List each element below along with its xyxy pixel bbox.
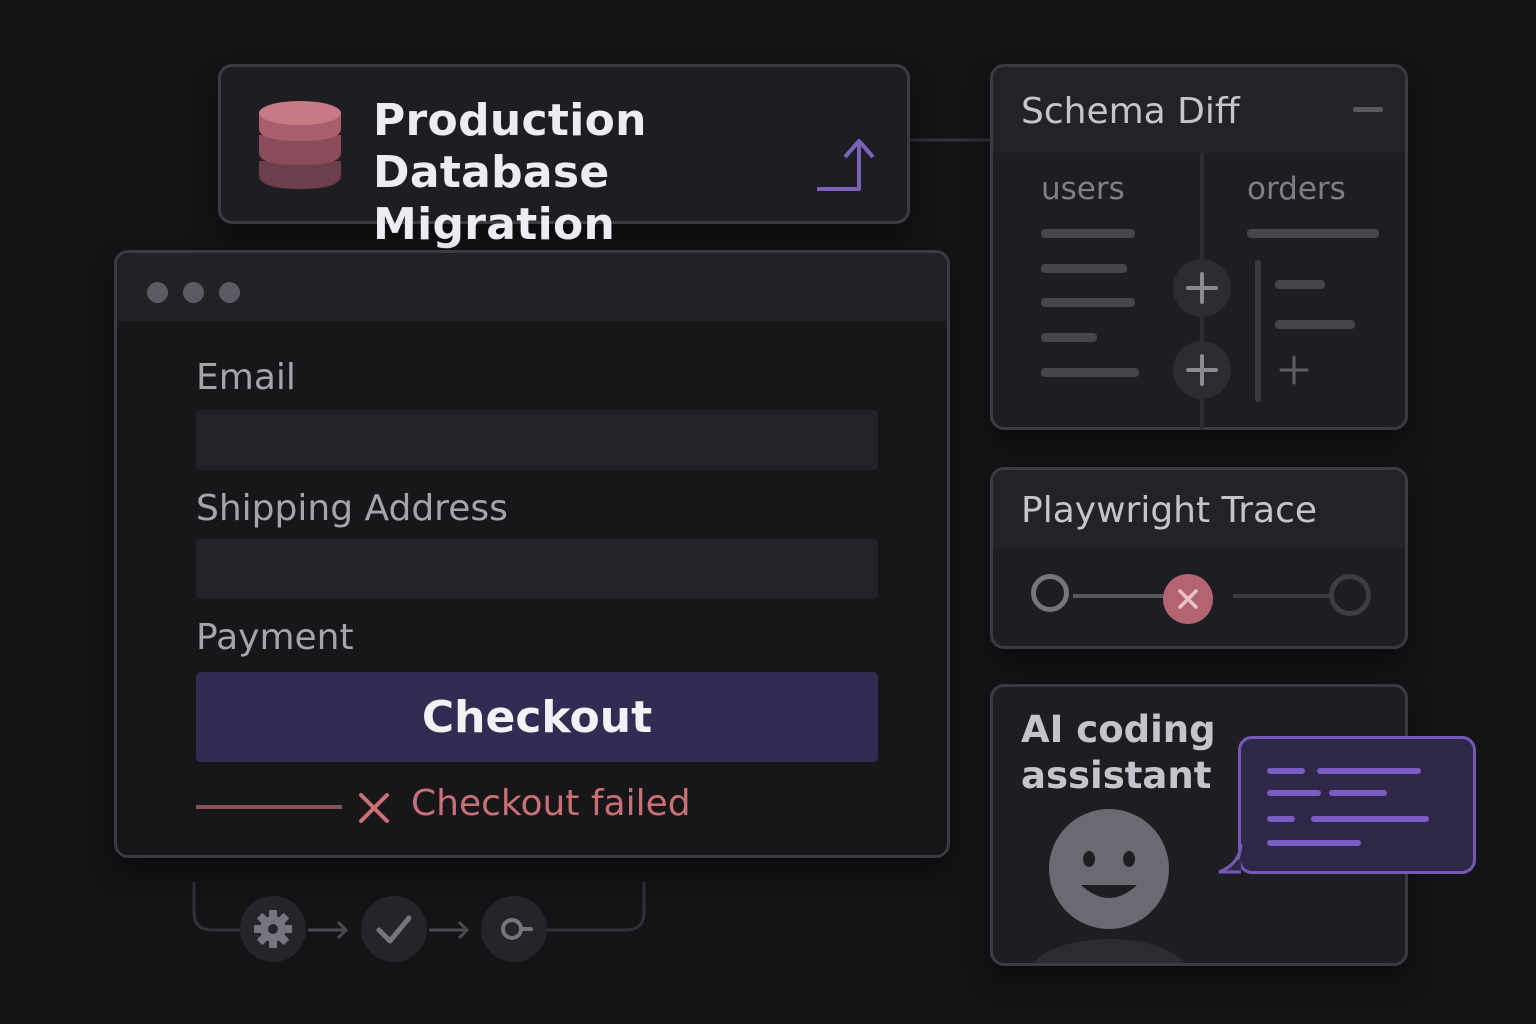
plus-icon xyxy=(1186,272,1218,304)
commit-icon xyxy=(501,918,533,940)
pipeline-step-build[interactable] xyxy=(240,896,306,962)
orders-column-row xyxy=(1275,320,1355,329)
orders-column-row xyxy=(1275,280,1325,289)
payment-label: Payment xyxy=(196,617,354,658)
code-line xyxy=(1267,840,1361,846)
add-column-button[interactable] xyxy=(1173,259,1231,317)
minus-icon[interactable] xyxy=(1351,103,1385,115)
window-maximize-dot[interactable] xyxy=(219,282,240,303)
database-icon xyxy=(259,101,341,189)
playwright-trace-panel: Playwright Trace xyxy=(990,467,1408,649)
users-column-row xyxy=(1041,298,1135,307)
add-column-button[interactable] xyxy=(1173,341,1231,399)
checkout-button[interactable]: Checkout xyxy=(196,672,878,762)
trace-step-failed[interactable] xyxy=(1163,574,1213,624)
checkout-window: Email Shipping Address Payment Checkout … xyxy=(114,250,950,858)
migration-title: Production Database Migration xyxy=(373,95,647,250)
users-table-label: users xyxy=(1041,171,1125,207)
error-divider xyxy=(196,805,342,809)
x-icon xyxy=(1178,589,1198,609)
chat-bubble-tail xyxy=(1218,830,1243,874)
orders-column-row xyxy=(1247,229,1379,238)
window-close-dot[interactable] xyxy=(147,282,168,303)
check-icon xyxy=(376,915,412,944)
window-minimize-dot[interactable] xyxy=(183,282,204,303)
email-field[interactable] xyxy=(196,410,878,470)
code-line xyxy=(1329,790,1387,796)
shipping-address-label: Shipping Address xyxy=(196,488,508,529)
users-column-row xyxy=(1041,333,1097,342)
checkout-error-message: Checkout failed xyxy=(411,783,691,824)
pipeline-step-test[interactable] xyxy=(361,896,427,962)
shipping-address-field[interactable] xyxy=(196,539,878,599)
trace-step-passed[interactable] xyxy=(1031,574,1069,612)
pipeline-arrow-2 xyxy=(429,920,470,940)
plus-icon xyxy=(1186,354,1218,386)
code-line xyxy=(1267,790,1321,796)
trace-step-pending[interactable] xyxy=(1329,574,1371,616)
window-titlebar xyxy=(117,253,947,321)
trace-header: Playwright Trace xyxy=(993,470,1405,548)
users-column-row xyxy=(1041,368,1139,377)
chat-bubble-icon[interactable] xyxy=(1238,736,1476,874)
pipeline-arrow-1 xyxy=(308,920,349,940)
gear-icon xyxy=(254,910,292,948)
schema-diff-title: Schema Diff xyxy=(1021,91,1240,132)
code-line xyxy=(1267,816,1295,822)
email-label: Email xyxy=(196,357,296,398)
plus-icon[interactable] xyxy=(1277,353,1311,387)
pipeline-step-deploy[interactable] xyxy=(481,896,547,962)
users-column-row xyxy=(1041,264,1127,273)
orders-table-label: orders xyxy=(1247,171,1346,207)
code-line xyxy=(1267,768,1305,774)
schema-diff-header: Schema Diff xyxy=(993,67,1405,153)
schema-diff-panel: Schema Diff users orders xyxy=(990,64,1408,430)
smiley-face-icon xyxy=(1033,809,1185,963)
arrow-up-right-icon[interactable] xyxy=(813,133,885,197)
migration-card: Production Database Migration xyxy=(218,64,910,250)
code-line xyxy=(1311,816,1429,822)
orders-change-marker xyxy=(1255,260,1261,402)
users-column-row xyxy=(1041,229,1135,238)
x-icon xyxy=(359,793,389,823)
code-line xyxy=(1317,768,1421,774)
trace-title: Playwright Trace xyxy=(1021,490,1318,531)
